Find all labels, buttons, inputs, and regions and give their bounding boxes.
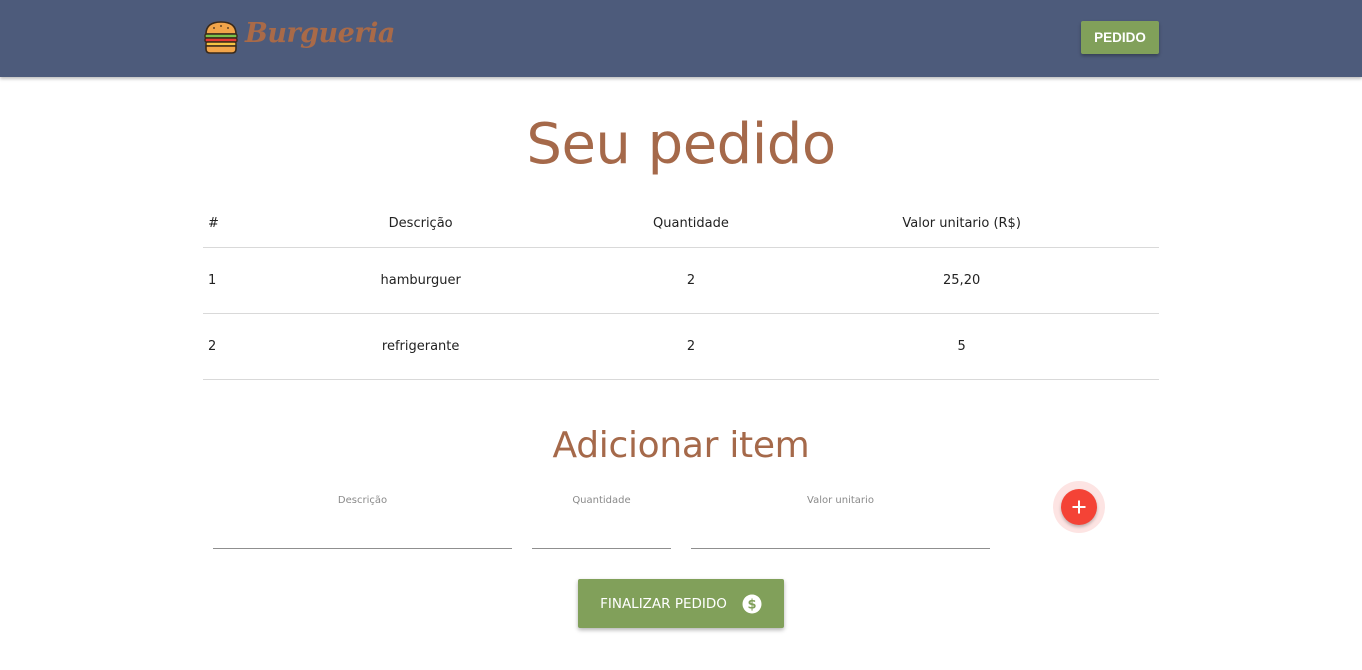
page-title: Seu pedido: [526, 112, 836, 177]
order-table: # Descrição Quantidade Valor unitario (R…: [203, 200, 1159, 380]
table-row: 2 refrigerante 2 5: [203, 313, 1159, 379]
column-header-number: #: [208, 215, 219, 231]
cell-description: hamburguer: [380, 272, 461, 288]
plus-icon: [1072, 500, 1086, 514]
quantity-input[interactable]: [532, 512, 671, 549]
add-item-button[interactable]: [1061, 489, 1097, 525]
cell-number: 1: [208, 272, 217, 288]
column-header-description: Descrição: [388, 215, 453, 231]
quantity-label: Quantidade: [572, 495, 631, 506]
unit-value-label: Valor unitario: [807, 495, 874, 506]
cell-quantity: 2: [686, 338, 696, 354]
finalize-order-label: FINALIZAR PEDIDO: [600, 595, 727, 612]
unit-value-input[interactable]: [691, 512, 990, 549]
finalize-order-button[interactable]: FINALIZAR PEDIDO $: [578, 579, 784, 628]
column-header-quantity: Quantidade: [653, 215, 729, 231]
table-row: 1 hamburguer 2 25,20: [203, 247, 1159, 313]
burger-logo-icon[interactable]: [202, 18, 240, 56]
navbar: Burgueria PEDIDO: [0, 0, 1362, 77]
cell-unit-value: 5: [957, 338, 966, 354]
cell-unit-value: 25,20: [943, 272, 981, 288]
description-label: Descrição: [337, 495, 388, 506]
cell-description: refrigerante: [381, 338, 460, 354]
cell-number: 2: [208, 338, 217, 354]
dollar-circle-icon: $: [742, 594, 762, 613]
column-header-unit-value: Valor unitario (R$): [902, 215, 1021, 231]
description-input[interactable]: [213, 512, 512, 549]
svg-text:$: $: [747, 597, 756, 612]
add-item-title: Adicionar item: [552, 425, 810, 466]
cell-quantity: 2: [686, 272, 696, 288]
pedido-button[interactable]: PEDIDO: [1081, 21, 1159, 54]
brand-name[interactable]: Burgueria: [245, 18, 395, 49]
table-header-row: # Descrição Quantidade Valor unitario (R…: [203, 200, 1159, 247]
